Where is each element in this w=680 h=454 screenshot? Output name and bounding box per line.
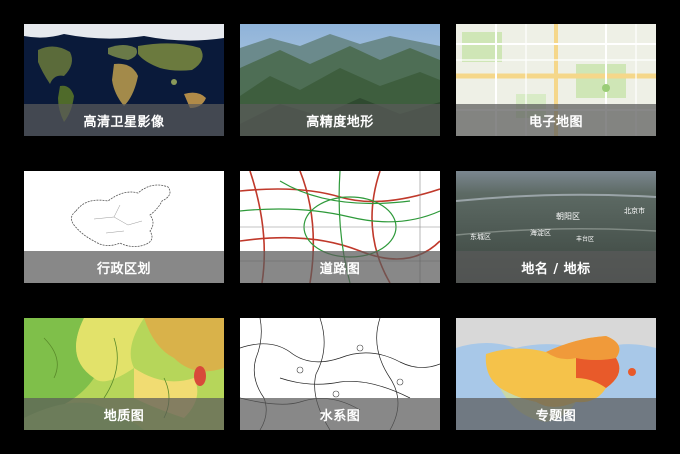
tile-satellite-imagery[interactable]: 高清卫星影像 (24, 24, 224, 136)
tile-label: 水系图 (240, 398, 440, 430)
place-label: 东城区 (470, 232, 491, 241)
tile-electronic-map[interactable]: 电子地图 (456, 24, 656, 136)
tile-label: 电子地图 (456, 104, 656, 136)
tile-high-precision-terrain[interactable]: 高精度地形 (240, 24, 440, 136)
place-label: 北京市 (624, 206, 645, 215)
tile-place-names-landmarks[interactable]: 朝阳区 北京市 东城区 海淀区 丰台区 地名 / 地标 (456, 171, 656, 283)
tile-label: 行政区划 (24, 251, 224, 283)
tile-thematic-map[interactable]: 专题图 (456, 318, 656, 430)
place-label: 丰台区 (576, 235, 594, 243)
tile-label: 地质图 (24, 398, 224, 430)
tile-label: 道路图 (240, 251, 440, 283)
tile-road-map[interactable]: 道路图 (240, 171, 440, 283)
tile-label: 高精度地形 (240, 104, 440, 136)
tile-label: 地名 / 地标 (456, 251, 656, 283)
tile-water-system-map[interactable]: 水系图 (240, 318, 440, 430)
tile-administrative-divisions[interactable]: 行政区划 (24, 171, 224, 283)
place-label: 朝阳区 (556, 212, 580, 221)
tile-geologic-map[interactable]: 地质图 (24, 318, 224, 430)
tile-label: 专题图 (456, 398, 656, 430)
place-label: 海淀区 (530, 228, 551, 237)
map-type-grid: 高清卫星影像 高精度地形 电子地图 行政区划 道路图 朝阳区 北京市 东城区 海… (0, 0, 680, 454)
tile-label: 高清卫星影像 (24, 104, 224, 136)
